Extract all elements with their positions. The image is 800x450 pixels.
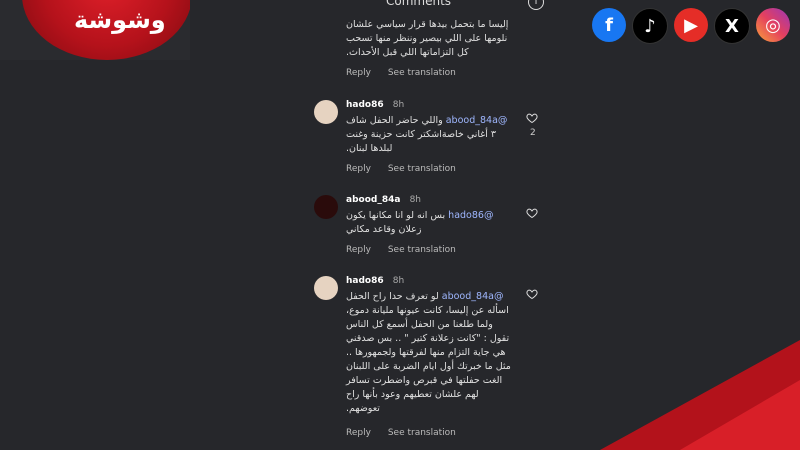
username[interactable]: hado86 (346, 100, 384, 110)
info-icon[interactable]: i (528, 0, 544, 10)
comment-actions: Reply See translation (346, 245, 470, 255)
facebook-icon[interactable]: f (592, 8, 626, 42)
brand-logo: وشوشة (74, 6, 166, 34)
mention[interactable]: @abood_84a (442, 291, 504, 302)
reply-button[interactable]: Reply (346, 164, 371, 174)
reply-button[interactable]: Reply (346, 428, 371, 438)
timestamp: 8h (392, 276, 405, 286)
mention[interactable]: @hado86 (448, 210, 493, 221)
brand-corner: وشوشة (0, 0, 190, 60)
avatar[interactable] (314, 100, 338, 124)
comment-text: @abood_84a واللي حاضر الحفل شاف ٣ أغاني … (346, 114, 536, 156)
reply-button[interactable]: Reply (346, 245, 371, 255)
comment-text: @abood_84a لو تعرف حدا راح الحفل اسأله ع… (346, 290, 536, 416)
comment-actions: Reply See translation (346, 68, 470, 78)
decor-corner (600, 340, 800, 450)
username[interactable]: abood_84a (346, 195, 400, 205)
like-count: 2 (530, 128, 536, 138)
tiktok-icon[interactable]: ♪ (632, 8, 668, 44)
see-translation-button[interactable]: See translation (388, 245, 456, 255)
timestamp: 8h (409, 195, 421, 205)
decor-triangle-accent (680, 380, 800, 450)
comment-actions: Reply See translation (346, 164, 470, 174)
comment-text: إليسا ما بتحمل بيدها قرار سياسي علشان نل… (346, 19, 509, 58)
comment-actions: Reply See translation (346, 428, 470, 438)
heart-icon[interactable] (526, 288, 538, 300)
comment-header: hado86 8h (346, 100, 404, 110)
avatar[interactable] (314, 276, 338, 300)
reply-button[interactable]: Reply (346, 68, 371, 78)
comment-body: لو تعرف حدا راح الحفل اسأله عن إليسا، كا… (346, 291, 511, 414)
timestamp: 8h (392, 100, 405, 110)
see-translation-button[interactable]: See translation (388, 68, 456, 78)
see-translation-button[interactable]: See translation (388, 428, 456, 438)
avatar[interactable] (314, 195, 338, 219)
see-translation-button[interactable]: See translation (388, 164, 456, 174)
comment-header: hado86 8h (346, 276, 404, 286)
x-icon[interactable]: X (714, 8, 750, 44)
instagram-icon[interactable]: ◎ (756, 8, 790, 42)
comment-header: abood_84a 8h (346, 195, 421, 205)
comment-text: @hado86 بس انه لو انا مكانها يكون زعلان … (346, 209, 536, 237)
comments-title: Comments (386, 0, 452, 8)
youtube-icon[interactable]: ▶ (674, 8, 708, 42)
comments-feed: Comments i إليسا ما بتحمل بيدها قرار سيا… (310, 0, 550, 450)
mention[interactable]: @abood_84a (446, 115, 508, 126)
heart-icon[interactable] (526, 112, 538, 124)
comment-body: بس انه لو انا مكانها يكون زعلان وقاعد مك… (346, 210, 446, 235)
heart-icon[interactable] (526, 207, 538, 219)
social-icons: f ♪ ▶ X ◎ (592, 8, 790, 44)
username[interactable]: hado86 (346, 276, 384, 286)
